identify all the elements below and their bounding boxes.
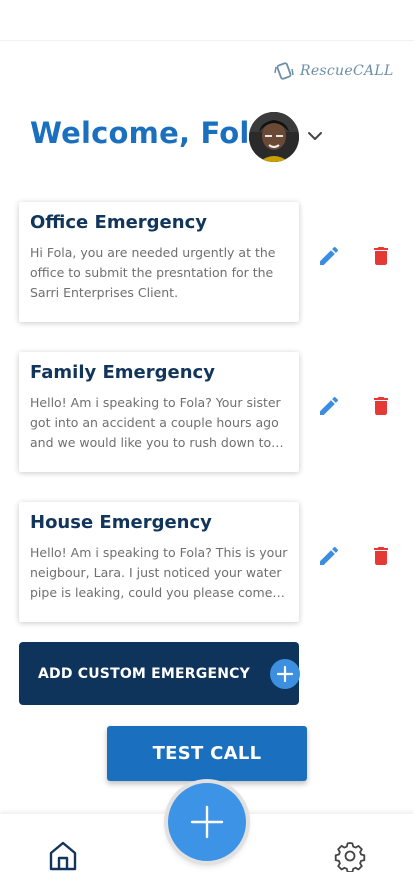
avatar[interactable] [249,112,299,162]
test-call-label: TEST CALL [152,743,262,764]
card-title: Office Emergency [30,212,207,233]
card-title: House Emergency [30,512,212,533]
pencil-icon[interactable] [317,544,341,568]
home-icon[interactable] [48,840,78,872]
gear-icon[interactable] [334,840,366,872]
add-custom-emergency-label: ADD CUSTOM EMERGENCY [38,665,250,682]
card-message: Hi Fola, you are needed urgently at the … [30,245,276,300]
trash-icon[interactable] [369,544,393,568]
trash-icon[interactable] [369,394,393,418]
emergency-card-family[interactable]: Family Emergency Hello! Am i speaking to… [19,352,299,472]
add-custom-emergency-button[interactable]: ADD CUSTOM EMERGENCY [19,642,300,705]
plus-icon [270,659,300,689]
add-emergency-fab[interactable] [168,783,246,861]
card-message: Hello! Am i speaking to Fola? Your siste… [30,395,281,450]
avatar-image [249,112,299,162]
pencil-icon[interactable] [317,244,341,268]
chevron-down-icon[interactable] [305,126,325,146]
rescuecall-logo-icon [274,62,294,80]
card-title: Family Emergency [30,362,215,383]
brand-logo: RescueCALL [274,58,394,84]
test-call-button[interactable]: TEST CALL [107,726,307,781]
welcome-title: Welcome, Fola [30,116,270,150]
card-message: Hello! Am i speaking to Fola? This is yo… [30,545,288,600]
plus-icon [190,805,224,839]
emergency-card-house[interactable]: House Emergency Hello! Am i speaking to … [19,502,299,622]
trash-icon[interactable] [369,244,393,268]
status-bar [0,0,414,40]
brand-name: RescueCALL [300,63,394,79]
pencil-icon[interactable] [317,394,341,418]
emergency-card-office[interactable]: Office Emergency Hi Fola, you are needed… [19,202,299,322]
